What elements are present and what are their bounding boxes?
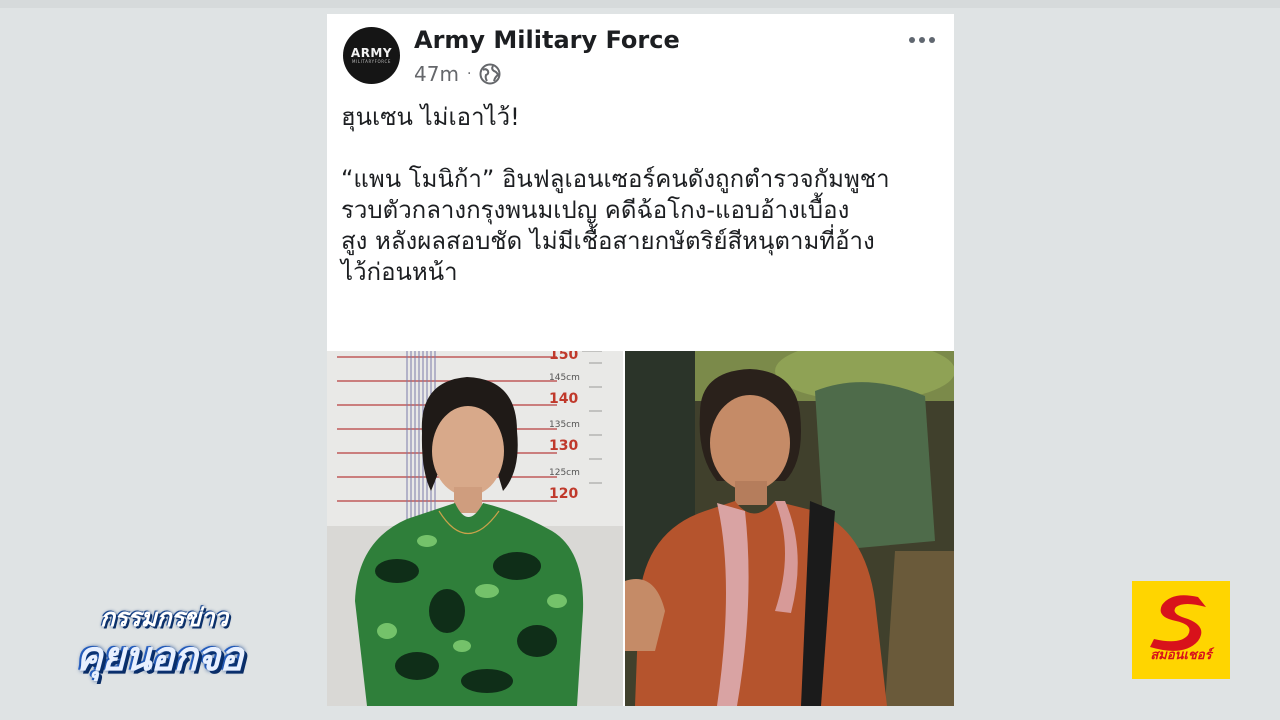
page-avatar[interactable]: ARMY MILITARYFORCE	[343, 27, 400, 84]
avatar-logo-subtext: MILITARYFORCE	[351, 58, 392, 64]
post-headline: ฮุนเซน ไม่เอาไว้!	[341, 103, 520, 131]
post-body: “แพน โมนิก้า” อินฟลูเอนเซอร์คนดังถูกตำรว…	[341, 165, 890, 286]
channel-logo: สมอนเชอร์	[1132, 581, 1230, 679]
more-options-icon[interactable]	[905, 30, 939, 50]
arrest-photo[interactable]	[625, 351, 954, 706]
post-text: ฮุนเซน ไม่เอาไว้! “แพน โมนิก้า” อินฟลูเอ…	[341, 102, 941, 288]
more-dot	[919, 37, 925, 43]
globe-icon	[479, 63, 501, 85]
height-label: 135cm	[549, 420, 580, 430]
height-label: 125cm	[549, 468, 580, 478]
meta-separator: ·	[466, 66, 472, 82]
height-label: 145cm	[549, 373, 580, 383]
height-label: 140	[549, 391, 578, 407]
show-logo: กรรมกรข่าว คุยนอกจอ	[70, 598, 310, 682]
show-title-line2: คุยนอกจอ	[76, 634, 243, 680]
more-dot	[929, 37, 935, 43]
height-label: 120	[549, 486, 578, 502]
mugshot-photo[interactable]: 150 145cm 140 135cm 130 125cm 120	[327, 351, 623, 706]
post-time[interactable]: 47m	[414, 62, 459, 86]
screen-top-edge	[0, 0, 1280, 8]
avatar-logo-text: ARMY	[350, 45, 393, 60]
height-label: 130	[549, 438, 578, 454]
more-dot	[909, 37, 915, 43]
facebook-post: ARMY MILITARYFORCE Army Military Force 4…	[327, 14, 954, 706]
channel-name: สมอนเชอร์	[1150, 648, 1212, 663]
post-meta: 47m ·	[414, 61, 501, 87]
height-label: 150	[549, 351, 578, 363]
page-name[interactable]: Army Military Force	[414, 26, 680, 54]
